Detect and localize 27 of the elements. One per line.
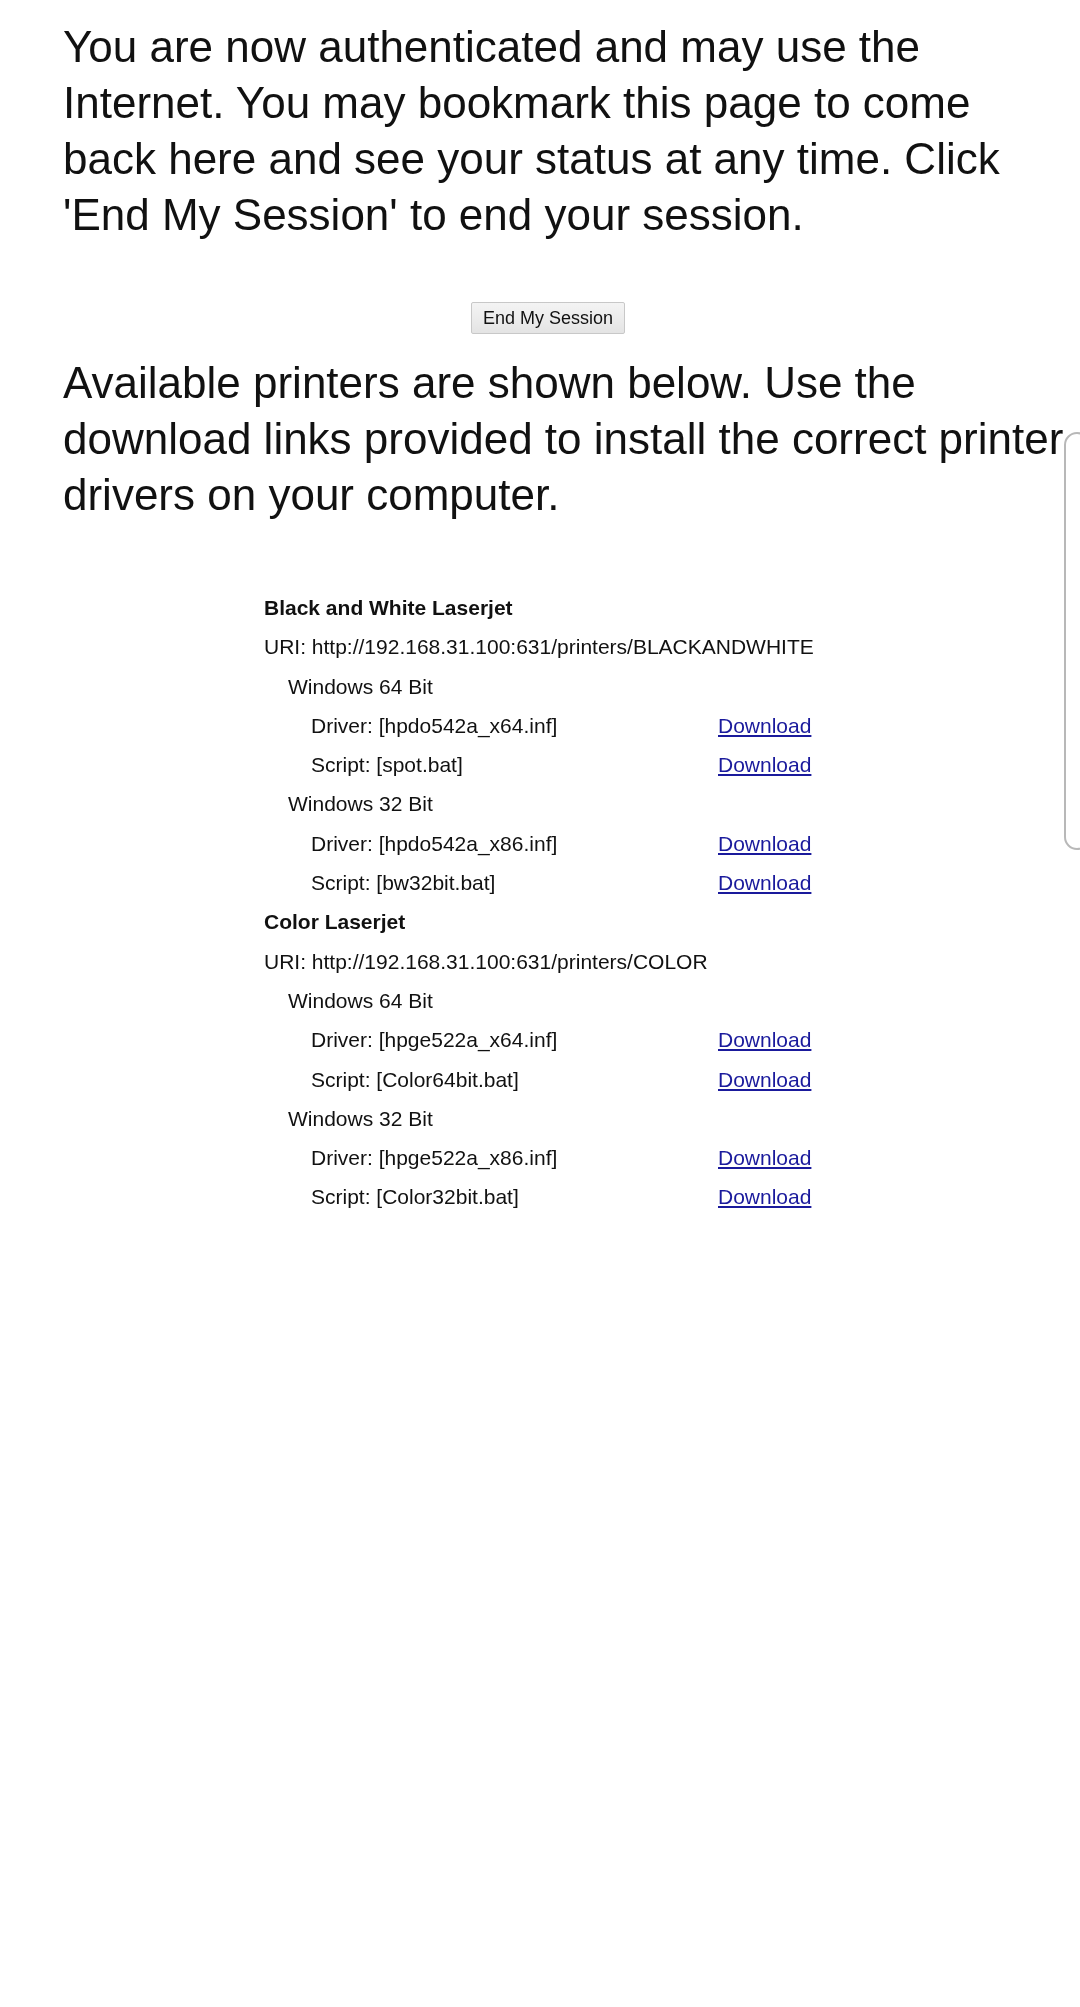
file-label: Script: [Color64bit.bat]	[311, 1066, 520, 1093]
printers-message: Available printers are shown below. Use the download links provided to install the correct printer drivers on your computer.	[63, 357, 1065, 521]
file-label: Driver: [hpdo542a_x86.inf]	[311, 830, 559, 858]
printer-uri: URI: http://192.168.31.100:631/printers/COLOR	[264, 948, 709, 975]
file-label: Driver: [hpge522a_x86.inf]	[311, 1145, 559, 1172]
platform-label: Windows 32 Bit	[287, 1105, 434, 1132]
end-session-button[interactable]: End My Session	[470, 302, 626, 334]
download-link[interactable]: Download	[718, 823, 812, 864]
file-label: Driver: [hpdo542a_x64.inf]	[311, 712, 559, 740]
download-link[interactable]: Download	[718, 1138, 812, 1178]
printer-uri: URI: http://192.168.31.100:631/printers/BLACKANDWHITE	[264, 634, 815, 661]
file-label: Script: [spot.bat]	[311, 752, 464, 779]
download-link[interactable]: Download	[718, 1059, 812, 1099]
file-label: Script: [Color32bit.bat]	[311, 1184, 520, 1211]
file-label: Driver: [hpge522a_x64.inf]	[311, 1027, 559, 1054]
printer-name: Color Laserjet	[264, 909, 407, 936]
download-link[interactable]: Download	[718, 1177, 812, 1217]
download-link[interactable]: Download	[718, 1020, 812, 1060]
platform-label: Windows 64 Bit	[287, 987, 434, 1014]
printer-name: Black and White Laserjet	[264, 595, 514, 621]
authenticated-message: You are now authenticated and may use the Internet. You may bookmark this page to come back here and see your status at any time. Click 'End My Session' to end your session.	[63, 21, 1001, 241]
file-label: Script: [bw32bit.bat]	[311, 870, 497, 897]
platform-label: Windows 64 Bit	[287, 673, 434, 700]
download-link[interactable]: Download	[718, 745, 812, 785]
platform-label: Windows 32 Bit	[287, 791, 434, 818]
download-link[interactable]: Download	[718, 863, 812, 903]
download-link[interactable]: Download	[718, 705, 812, 746]
